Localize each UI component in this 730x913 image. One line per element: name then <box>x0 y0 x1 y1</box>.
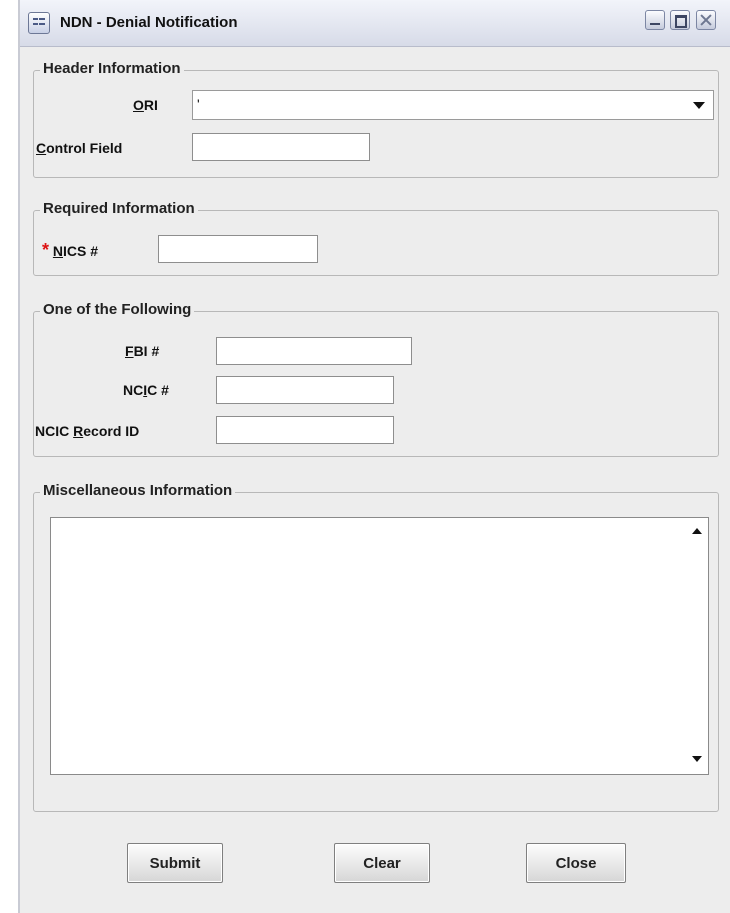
submit-button[interactable]: Submit <box>127 843 223 883</box>
minimize-icon[interactable] <box>645 10 665 30</box>
title-bar[interactable]: NDN - Denial Notification <box>20 0 730 47</box>
miscellaneous-textarea[interactable] <box>50 517 709 775</box>
scroll-down-icon[interactable] <box>692 756 702 762</box>
app-menu-icon[interactable] <box>28 12 50 34</box>
required-information-legend: Required Information <box>40 200 198 217</box>
required-information-group: Required Information <box>33 200 719 276</box>
ncic-record-id-label: NCIC Record ID <box>35 423 140 439</box>
ori-label: ORI <box>133 97 158 113</box>
miscellaneous-information-legend: Miscellaneous Information <box>40 482 236 499</box>
nics-label: * NICS # <box>42 240 99 260</box>
control-field-input[interactable] <box>192 133 370 161</box>
ori-value: ' <box>197 96 200 112</box>
denial-notification-window: NDN - Denial Notification Header Informa… <box>18 0 730 913</box>
clear-button[interactable]: Clear <box>334 843 430 883</box>
close-button[interactable]: Close <box>526 843 626 883</box>
close-window-icon[interactable] <box>696 10 716 30</box>
maximize-icon[interactable] <box>670 10 690 30</box>
required-star-icon: * <box>42 240 50 260</box>
ori-dropdown[interactable]: ' <box>192 90 714 120</box>
fbi-number-input[interactable] <box>216 337 412 365</box>
window-title: NDN - Denial Notification <box>60 14 238 31</box>
header-information-group: Header Information <box>33 60 719 178</box>
ncic-number-label: NCIC # <box>123 382 169 398</box>
one-of-following-legend: One of the Following <box>40 301 195 318</box>
control-field-label: Control Field <box>36 140 123 156</box>
ncic-record-id-input[interactable] <box>216 416 394 444</box>
header-information-legend: Header Information <box>40 60 184 77</box>
ncic-number-input[interactable] <box>216 376 394 404</box>
nics-number-input[interactable] <box>158 235 318 263</box>
chevron-down-icon[interactable] <box>693 102 705 109</box>
fbi-number-label: FBI # <box>125 343 160 359</box>
scroll-up-icon[interactable] <box>692 528 702 534</box>
